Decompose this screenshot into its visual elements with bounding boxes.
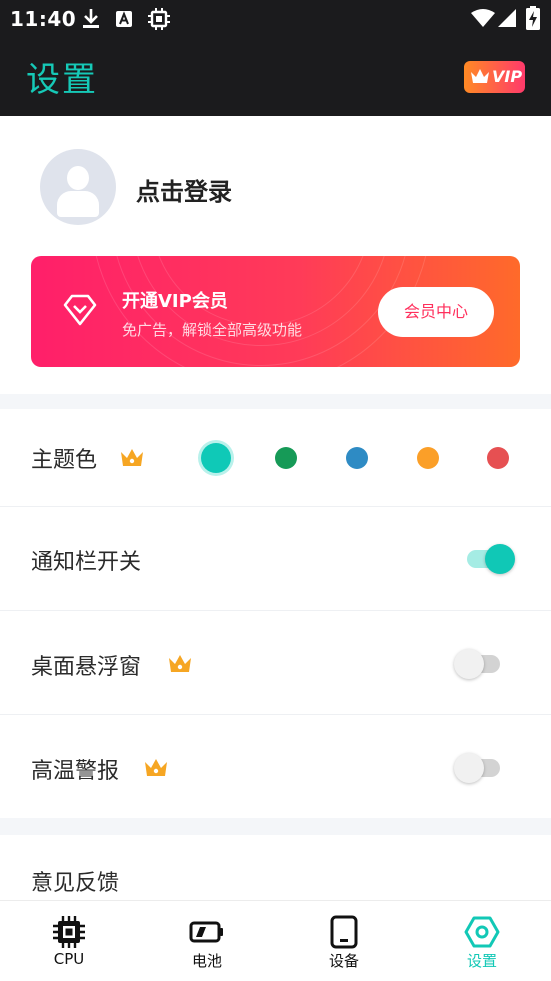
nav-item-settings[interactable]: 设置	[413, 901, 551, 981]
nav-label-battery: 电池	[191, 952, 222, 970]
profile-card: 点击登录 开通VIP会员 免广告，解锁全部高级功能 会员中心	[0, 116, 551, 394]
feedback-row[interactable]: 意见反馈	[0, 835, 551, 905]
vip-crown-icon	[169, 655, 191, 672]
theme-swatch-red[interactable]	[487, 447, 509, 469]
avatar-head-icon	[67, 166, 89, 190]
nav-label-settings: 设置	[466, 952, 497, 970]
theme-swatch-green[interactable]	[275, 447, 297, 469]
high-temp-alert-toggle[interactable]	[454, 751, 504, 783]
bottom-navigation: CPU 电池 设备 设置	[0, 900, 551, 981]
cpu-icon	[53, 916, 85, 948]
high-temp-alert-row: 高温警报	[0, 715, 551, 818]
nav-item-battery[interactable]: 电池	[138, 901, 276, 981]
status-time: 11:40	[10, 7, 77, 31]
vip-banner-title: 开通VIP会员	[122, 291, 228, 312]
crown-icon	[471, 69, 489, 83]
toggle-knob	[485, 544, 515, 574]
theme-swatch-orange[interactable]	[417, 447, 439, 469]
theme-color-row: 主题色	[0, 409, 551, 506]
settings-screen: 11:40 设置 VIP 点击登录 开通VIP会员 免广告，解锁全部高级功能 会…	[0, 0, 551, 981]
diamond-icon	[63, 294, 97, 326]
font-icon	[116, 11, 132, 27]
vip-banner-subtitle: 免广告，解锁全部高级功能	[122, 321, 303, 339]
settings-icon	[464, 916, 500, 948]
battery-icon	[189, 921, 223, 943]
status-bar: 11:40	[0, 0, 551, 38]
signal-icon	[498, 9, 516, 27]
wifi-icon	[471, 9, 495, 27]
page-title: 设置	[26, 60, 98, 100]
member-center-button[interactable]: 会员中心	[378, 287, 494, 337]
avatar-body-icon	[57, 191, 99, 217]
battery-charging-icon	[526, 6, 540, 30]
high-temp-alert-label: 高温警报	[31, 759, 120, 784]
login-link[interactable]: 点击登录	[136, 172, 232, 207]
vip-promo-banner[interactable]: 开通VIP会员 免广告，解锁全部高级功能 会员中心	[31, 256, 520, 367]
nav-item-cpu[interactable]: CPU	[0, 901, 138, 981]
toggle-knob	[454, 753, 484, 783]
vip-badge-button[interactable]: VIP	[464, 61, 525, 93]
notification-row: 通知栏开关	[0, 507, 551, 610]
vip-crown-icon	[121, 449, 143, 466]
floating-window-toggle[interactable]	[454, 647, 504, 679]
avatar[interactable]	[40, 149, 116, 225]
theme-color-label: 主题色	[31, 448, 98, 473]
notification-label: 通知栏开关	[31, 550, 142, 575]
floating-window-label: 桌面悬浮窗	[31, 655, 142, 680]
vip-crown-icon	[145, 759, 167, 776]
feedback-label: 意见反馈	[31, 871, 120, 896]
nav-label-cpu: CPU	[53, 950, 85, 968]
toggle-knob	[454, 649, 484, 679]
floating-window-row: 桌面悬浮窗	[0, 611, 551, 714]
app-bar: 11:40 设置 VIP	[0, 0, 551, 116]
device-icon	[330, 915, 358, 949]
nav-label-device: 设备	[328, 952, 359, 970]
chip-status-icon	[148, 8, 170, 30]
notification-toggle[interactable]	[465, 542, 515, 574]
vip-badge-label: VIP	[492, 67, 523, 86]
download-icon	[83, 9, 99, 28]
theme-swatch-teal[interactable]	[201, 443, 231, 473]
theme-swatch-blue[interactable]	[346, 447, 368, 469]
nav-item-device[interactable]: 设备	[275, 901, 413, 981]
